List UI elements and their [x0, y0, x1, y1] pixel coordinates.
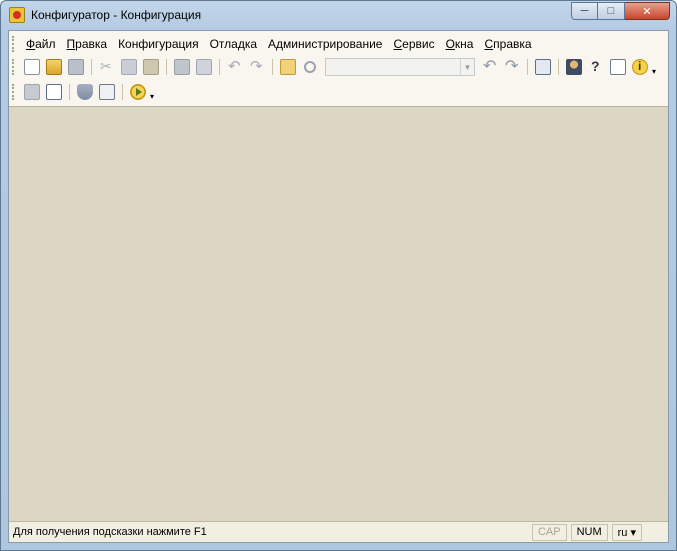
menubar-grip[interactable] — [12, 36, 15, 52]
client-area: Файл Правка Конфигурация Отладка Админис… — [8, 30, 669, 543]
menu-help[interactable]: Справка — [479, 37, 537, 51]
search-combo[interactable]: ▼ — [325, 58, 475, 76]
info-icon[interactable] — [632, 59, 648, 75]
menu-administration[interactable]: Администрирование — [263, 37, 388, 51]
window-controls: ─ □ ✕ — [571, 2, 670, 20]
menu-service[interactable]: Сервис — [388, 37, 440, 51]
title-bar[interactable]: Конфигуратор - Конфигурация ─ □ ✕ — [1, 1, 676, 29]
find-icon[interactable] — [280, 59, 296, 75]
minimize-button[interactable]: ─ — [571, 2, 598, 20]
cap-indicator: CAP — [531, 523, 567, 541]
window-title: Конфигуратор - Конфигурация — [31, 8, 202, 22]
form-icon[interactable] — [99, 84, 115, 100]
num-indicator: NUM — [570, 523, 608, 541]
status-bar: Для получения подсказки нажмите F1 CAP N… — [9, 521, 668, 542]
standard-toolbar: ▼ ▾ — [21, 56, 656, 78]
menu-edit[interactable]: Правка — [62, 37, 114, 51]
menu-bar: Файл Правка Конфигурация Отладка Админис… — [21, 35, 538, 53]
database-icon[interactable] — [77, 84, 93, 100]
copy-icon[interactable] — [121, 59, 137, 75]
separator — [219, 59, 220, 75]
separator — [166, 59, 167, 75]
run-dropdown-icon[interactable]: ▾ — [150, 92, 154, 101]
chevron-down-icon[interactable]: ▼ — [460, 59, 474, 75]
back-icon[interactable] — [482, 56, 498, 76]
open-icon[interactable] — [46, 59, 62, 75]
help-icon[interactable] — [588, 58, 604, 75]
save-icon[interactable] — [68, 59, 84, 75]
forward-icon[interactable] — [504, 56, 520, 76]
separator — [272, 59, 273, 75]
paste-icon[interactable] — [143, 59, 159, 75]
toolbar-dropdown-icon[interactable]: ▾ — [652, 67, 656, 76]
tutor-icon[interactable] — [566, 59, 582, 75]
menu-file[interactable]: Файл — [21, 37, 62, 51]
status-hint: Для получения подсказки нажмите F1 — [13, 526, 207, 538]
excel-icon[interactable] — [46, 84, 62, 100]
language-selector[interactable]: ru ▾ — [611, 523, 642, 541]
separator — [69, 84, 70, 100]
run-icon[interactable] — [130, 84, 146, 100]
windows-icon[interactable] — [535, 59, 551, 75]
maximize-button[interactable]: □ — [598, 2, 625, 20]
app-logo-icon[interactable] — [9, 7, 25, 23]
close-button[interactable]: ✕ — [625, 2, 670, 20]
toolbar2-grip[interactable] — [12, 84, 15, 100]
configuration-toolbar: ▾ — [21, 81, 154, 103]
cut-icon[interactable] — [99, 58, 115, 75]
menu-debug[interactable]: Отладка — [205, 37, 263, 51]
preview-icon[interactable] — [196, 59, 212, 75]
undo-icon[interactable] — [227, 57, 243, 75]
separator — [527, 59, 528, 75]
search-icon[interactable] — [302, 59, 318, 75]
notes-icon[interactable] — [610, 59, 626, 75]
separator — [558, 59, 559, 75]
app-window: Конфигуратор - Конфигурация ─ □ ✕ Файл П… — [0, 0, 677, 551]
module-icon[interactable] — [24, 84, 40, 100]
print-icon[interactable] — [174, 59, 190, 75]
redo-icon[interactable] — [249, 57, 265, 75]
separator — [122, 84, 123, 100]
new-icon[interactable] — [24, 59, 40, 75]
menu-windows[interactable]: Окна — [441, 37, 480, 51]
command-bar: Файл Правка Конфигурация Отладка Админис… — [9, 31, 668, 107]
toolbar1-grip[interactable] — [12, 59, 15, 75]
menu-configuration[interactable]: Конфигурация — [113, 37, 205, 51]
separator — [91, 59, 92, 75]
